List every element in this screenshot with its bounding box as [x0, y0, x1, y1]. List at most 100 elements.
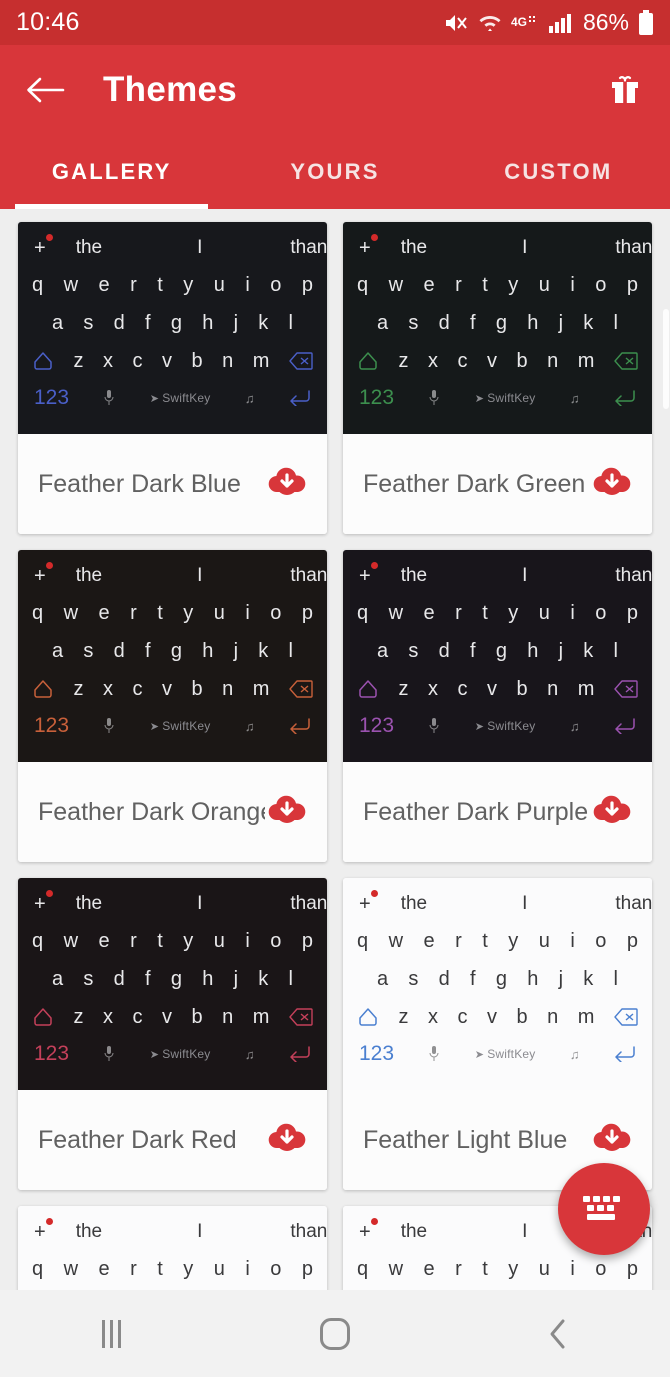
theme-download-button[interactable] — [590, 460, 634, 509]
kb-key: b — [191, 350, 203, 372]
kb-key: l — [613, 640, 618, 662]
theme-card[interactable]: + the I thanks qwertyuiop asdfghjkl zxcv… — [18, 878, 327, 1190]
kb-key: j — [558, 312, 564, 334]
kb-key: h — [202, 640, 214, 662]
kb-key: v — [162, 1006, 172, 1028]
kb-plus-key: + — [355, 561, 378, 588]
prediction-word: the — [75, 565, 103, 586]
kb-key: z — [73, 678, 84, 700]
kb-key: e — [98, 274, 110, 296]
battery-percentage: 86% — [582, 9, 629, 35]
theme-download-button[interactable] — [265, 460, 309, 509]
prediction-word: thanks — [290, 1221, 327, 1242]
kb-key: d — [438, 640, 450, 662]
theme-card[interactable]: + the I thanks qwertyuiop asdfghjkl zxcv… — [343, 878, 652, 1190]
theme-name: Feather Light Blue — [363, 1125, 568, 1154]
theme-download-button[interactable] — [265, 788, 309, 837]
kb-key: q — [32, 1258, 44, 1280]
tab-gallery[interactable]: GALLERY — [0, 135, 223, 209]
theme-keyboard-preview: + the I thanks qwertyuiop asdfghjkl zxcv… — [18, 222, 327, 434]
kb-key: k — [258, 640, 269, 662]
kb-key: l — [613, 312, 618, 334]
theme-card[interactable]: + the I thanks qwertyuiop asdfghjkl zxcv… — [343, 222, 652, 534]
tab-bar: GALLERY YOURS CUSTOM — [0, 135, 670, 209]
theme-card-partial[interactable]: + the I thanks qwertyuiop asdfghjkl zxcv… — [18, 1206, 327, 1290]
kb-key: g — [170, 968, 182, 990]
scrollbar-thumb[interactable] — [663, 309, 669, 409]
kb-key: j — [233, 968, 239, 990]
kb-key: t — [157, 1258, 163, 1280]
kb-key: m — [577, 678, 595, 700]
kb-key: a — [52, 640, 64, 662]
swiftkey-brand: ➤ SwiftKey — [149, 1047, 211, 1061]
kb-key: o — [595, 602, 607, 624]
prediction-word: I — [522, 1221, 528, 1242]
theme-card[interactable]: + the I thanks qwertyuiop asdfghjkl zxcv… — [343, 550, 652, 862]
shift-key-icon — [34, 352, 52, 370]
themes-gallery-list[interactable]: + the I thanks qwertyuiop asdfghjkl zxcv… — [0, 209, 670, 1290]
microphone-icon — [104, 718, 114, 733]
notification-dot — [45, 561, 53, 569]
tab-custom[interactable]: CUSTOM — [447, 135, 670, 209]
microphone-icon — [429, 390, 439, 405]
recents-button[interactable] — [0, 1319, 223, 1348]
nav-back-button[interactable] — [447, 1317, 670, 1351]
emoji-icon: ♫ — [244, 718, 255, 734]
keyboard-fab-button[interactable] — [558, 1163, 650, 1255]
tab-yours[interactable]: YOURS — [223, 135, 446, 209]
kb-key: m — [252, 1006, 270, 1028]
kb-key: l — [288, 968, 293, 990]
kb-key: x — [103, 678, 113, 700]
backspace-icon — [289, 352, 313, 370]
kb-key: r — [130, 930, 137, 952]
kb-key: h — [202, 312, 214, 334]
theme-keyboard-preview: + the I thanks qwertyuiop asdfghjkl zxcv… — [18, 550, 327, 762]
notification-dot — [370, 561, 378, 569]
prediction-word: I — [522, 237, 528, 258]
kb-key: o — [595, 930, 607, 952]
theme-download-button[interactable] — [265, 1116, 309, 1165]
shift-key-icon — [359, 1008, 377, 1026]
gift-button[interactable] — [602, 67, 648, 113]
kb-key: a — [377, 968, 389, 990]
kb-key: c — [132, 350, 143, 372]
theme-card[interactable]: + the I thanks qwertyuiop asdfghjkl zxcv… — [18, 222, 327, 534]
kb-key: r — [130, 602, 137, 624]
kb-key: g — [495, 312, 507, 334]
kb-key: w — [63, 1258, 79, 1280]
kb-key: b — [516, 1006, 528, 1028]
gift-icon — [612, 76, 638, 103]
kb-key: p — [301, 274, 313, 296]
kb-key: j — [558, 640, 564, 662]
kb-key: j — [233, 312, 239, 334]
notification-dot — [45, 889, 53, 897]
kb-key: g — [495, 968, 507, 990]
theme-download-button[interactable] — [590, 788, 634, 837]
nav-back-icon — [550, 1319, 565, 1348]
home-button[interactable] — [223, 1317, 446, 1350]
back-button[interactable] — [22, 67, 68, 113]
shift-key-icon — [359, 680, 377, 698]
prediction-word: the — [400, 565, 428, 586]
theme-download-button[interactable] — [590, 1116, 634, 1165]
kb-key: k — [583, 640, 594, 662]
kb-key: q — [32, 930, 44, 952]
kb-numeric-key: 123 — [34, 1042, 70, 1065]
kb-key: t — [157, 602, 163, 624]
theme-card[interactable]: + the I thanks qwertyuiop asdfghjkl zxcv… — [18, 550, 327, 862]
kb-key: u — [538, 602, 550, 624]
kb-key: i — [245, 602, 250, 624]
kb-key: r — [130, 1258, 137, 1280]
backspace-icon — [614, 1008, 638, 1026]
kb-key: m — [577, 350, 595, 372]
kb-numeric-key: 123 — [34, 714, 70, 737]
kb-key: h — [527, 968, 539, 990]
kb-key: i — [245, 930, 250, 952]
notification-dot — [45, 1217, 53, 1225]
kb-key: u — [213, 1258, 225, 1280]
backspace-icon — [614, 352, 638, 370]
kb-plus-key: + — [30, 1217, 53, 1244]
themes-grid: + the I thanks qwertyuiop asdfghjkl zxcv… — [0, 209, 670, 1290]
kb-key: o — [595, 1258, 607, 1280]
prediction-word: I — [522, 893, 528, 914]
